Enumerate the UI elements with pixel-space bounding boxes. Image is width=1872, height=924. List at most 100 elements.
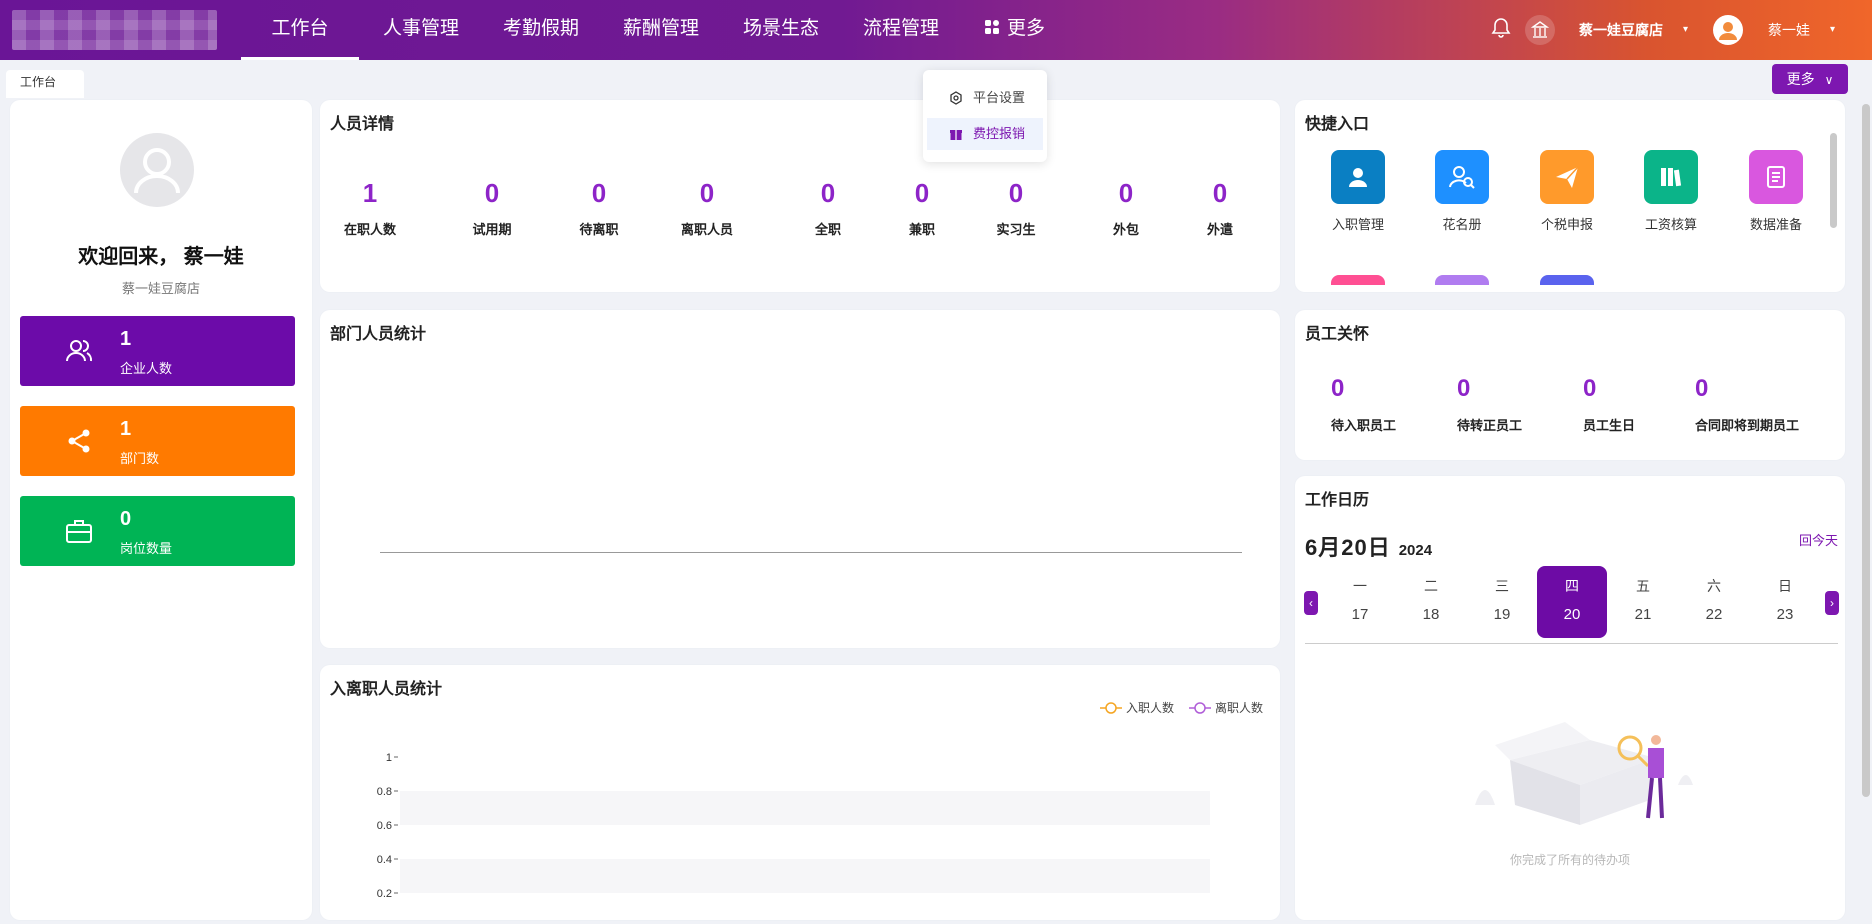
stat-employees[interactable]: 1 企业人数 xyxy=(20,316,295,386)
chevron-down-icon: ∨ xyxy=(1824,73,1834,87)
care-contract-expiring[interactable]: 0 合同即将到期员工 xyxy=(1695,375,1799,434)
stat-positions-value: 0 xyxy=(120,508,132,530)
users-icon xyxy=(66,340,93,362)
legend-label[interactable]: 离职人数 xyxy=(1215,700,1263,715)
back-to-today-link[interactable]: 回今天 xyxy=(1799,530,1838,549)
care-value: 0 xyxy=(1457,375,1471,402)
grid-icon xyxy=(985,19,999,34)
people-stat-value: 0 xyxy=(699,178,715,208)
calendar-date: 6月20日 2024 xyxy=(1305,530,1432,562)
briefcase-icon xyxy=(66,520,92,543)
breadcrumb-tab[interactable]: 工作台 xyxy=(6,70,84,98)
calendar-day[interactable]: 五 21 xyxy=(1608,566,1678,638)
legend-marker[interactable] xyxy=(1194,702,1206,714)
people-stat-label: 实习生 xyxy=(996,222,1036,237)
people-stat-active[interactable]: 1 在职人数 xyxy=(344,178,396,238)
calendar-weekday: 二 xyxy=(1424,578,1438,594)
people-stat-intern[interactable]: 0 实习生 xyxy=(996,178,1035,238)
calendar-day[interactable]: 三 19 xyxy=(1467,566,1537,638)
people-stat-dispatched[interactable]: 0 外遣 xyxy=(1207,178,1233,238)
calendar-weekday: 日 xyxy=(1778,578,1792,594)
people-stat-value: 0 xyxy=(1118,178,1134,208)
nav-attendance[interactable]: 考勤假期 xyxy=(503,0,579,60)
top-navigation: 工作台 人事管理 考勤假期 薪酬管理 场景生态 流程管理 更多 蔡一娃豆腐店 ▾… xyxy=(0,0,1872,60)
profile-avatar xyxy=(120,133,194,207)
legend-marker[interactable] xyxy=(1105,702,1117,714)
stat-departments[interactable]: 1 部门数 xyxy=(20,406,295,476)
quick-item-partial[interactable] xyxy=(1331,275,1385,285)
menu-expense-control[interactable]: 费控报销 xyxy=(927,118,1043,150)
calendar-weekday: 六 xyxy=(1707,578,1721,594)
bank-icon[interactable] xyxy=(1525,15,1555,45)
calendar-next-button[interactable]: › xyxy=(1825,591,1839,615)
people-details-title: 人员详情 xyxy=(330,116,395,133)
quick-roster[interactable]: 花名册 xyxy=(1422,150,1502,233)
quick-salary[interactable]: 工资核算 xyxy=(1631,150,1711,233)
people-stat-pending-leave[interactable]: 0 待离职 xyxy=(579,178,618,238)
nav-workflow[interactable]: 流程管理 xyxy=(863,0,939,60)
calendar-day-number: 19 xyxy=(1493,606,1511,623)
care-label: 待入职员工 xyxy=(1331,418,1397,433)
quick-label: 个税申报 xyxy=(1540,217,1593,232)
nav-workbench[interactable]: 工作台 xyxy=(241,0,359,60)
company-logo[interactable] xyxy=(12,10,217,50)
people-stat-fulltime[interactable]: 0 全职 xyxy=(815,178,841,238)
people-stat-label: 兼职 xyxy=(908,222,936,237)
people-stat-label: 在职人数 xyxy=(343,222,397,237)
calendar-day[interactable]: 六 22 xyxy=(1679,566,1749,638)
quick-item-partial[interactable] xyxy=(1435,275,1489,285)
people-stat-value: 0 xyxy=(591,178,607,208)
quick-tax[interactable]: 个税申报 xyxy=(1527,150,1607,233)
store-caret-icon[interactable]: ▾ xyxy=(1683,0,1688,60)
settings-hex-icon xyxy=(950,91,962,105)
department-stats-title: 部门人员统计 xyxy=(330,326,427,343)
calendar-day[interactable]: 二 18 xyxy=(1396,566,1466,638)
legend-label[interactable]: 入职人数 xyxy=(1126,700,1174,715)
nav-payroll[interactable]: 薪酬管理 xyxy=(623,0,699,60)
calendar-weekday: 四 xyxy=(1565,578,1579,594)
care-pending-regular[interactable]: 0 待转正员工 xyxy=(1457,375,1522,434)
quick-onboarding[interactable]: 入职管理 xyxy=(1318,150,1398,233)
people-stat-label: 外包 xyxy=(1112,222,1140,237)
bell-icon[interactable] xyxy=(1489,16,1513,40)
care-birthdays[interactable]: 0 员工生日 xyxy=(1583,375,1635,434)
calendar-weekday: 三 xyxy=(1495,578,1509,594)
quick-label: 工资核算 xyxy=(1644,217,1697,232)
menu-platform-settings[interactable]: 平台设置 xyxy=(927,82,1043,114)
user-avatar[interactable] xyxy=(1713,15,1743,45)
care-value: 0 xyxy=(1331,375,1345,402)
page-scrollbar[interactable] xyxy=(1862,104,1870,797)
calendar-day[interactable]: 日 23 xyxy=(1750,566,1820,638)
quick-label: 花名册 xyxy=(1442,217,1482,232)
people-stat-value: 0 xyxy=(820,178,836,208)
more-button[interactable]: 更多 ∨ xyxy=(1772,64,1848,94)
store-switcher[interactable]: 蔡一娃豆腐店 xyxy=(1579,0,1663,60)
nav-ecosystem[interactable]: 场景生态 xyxy=(743,0,819,60)
quick-entry-scrollbar[interactable] xyxy=(1830,133,1837,228)
care-label: 待转正员工 xyxy=(1457,418,1523,433)
nav-more[interactable]: 更多 xyxy=(985,0,1045,60)
care-pending-onboard[interactable]: 0 待入职员工 xyxy=(1331,375,1396,434)
people-stat-outsourced[interactable]: 0 外包 xyxy=(1113,178,1139,238)
user-name[interactable]: 蔡一娃 xyxy=(1768,0,1810,60)
nav-more-label: 更多 xyxy=(1007,18,1046,39)
quick-data-prep[interactable]: 数据准备 xyxy=(1736,150,1816,233)
more-dropdown-menu: 平台设置 费控报销 xyxy=(923,70,1047,162)
calendar-day-selected[interactable]: 四 20 xyxy=(1537,566,1607,638)
people-stat-value: 0 xyxy=(1212,178,1228,208)
empty-todo-text: 你完成了所有的待办项 xyxy=(1510,853,1631,867)
people-stat-value: 0 xyxy=(1008,178,1024,208)
people-stat-left[interactable]: 0 离职人员 xyxy=(681,178,733,238)
quick-item-partial[interactable] xyxy=(1540,275,1594,285)
calendar-date-text: 6月20日 xyxy=(1305,535,1391,560)
user-caret-icon[interactable]: ▾ xyxy=(1830,0,1835,60)
people-stat-probation[interactable]: 0 试用期 xyxy=(472,178,511,238)
calendar-prev-button[interactable]: ‹ xyxy=(1304,591,1318,615)
calendar-day[interactable]: 一 17 xyxy=(1325,566,1395,638)
people-stat-parttime[interactable]: 0 兼职 xyxy=(909,178,935,238)
calendar-day-number: 22 xyxy=(1705,606,1723,623)
stat-positions[interactable]: 0 岗位数量 xyxy=(20,496,295,566)
care-value: 0 xyxy=(1583,375,1597,402)
nav-hr[interactable]: 人事管理 xyxy=(383,0,459,60)
work-calendar-title: 工作日历 xyxy=(1305,492,1370,509)
